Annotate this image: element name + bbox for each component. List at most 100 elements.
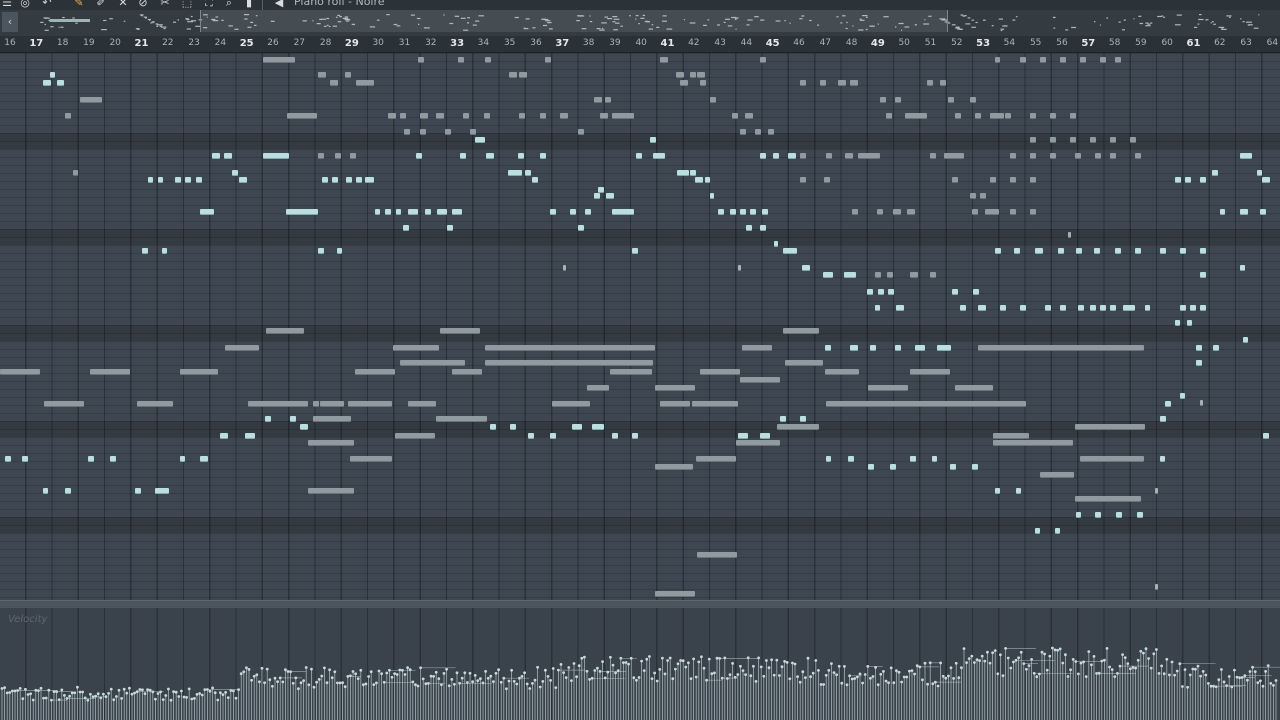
note-block[interactable] bbox=[200, 456, 208, 462]
select-area-icon[interactable]: ⛶ bbox=[202, 0, 216, 10]
note-block[interactable] bbox=[1080, 456, 1144, 462]
velocity-handle[interactable] bbox=[245, 666, 248, 670]
velocity-handle[interactable] bbox=[874, 666, 877, 669]
note-block[interactable] bbox=[800, 153, 806, 159]
note-block[interactable] bbox=[700, 369, 740, 375]
timeline-ruler[interactable]: 16 17 18 19 20 21 22 23 24 25 26 27 28 29 30 31 32 33 34 35… bbox=[0, 36, 1280, 53]
velocity-handle[interactable] bbox=[349, 674, 352, 678]
note-block[interactable] bbox=[1200, 272, 1206, 278]
velocity-handle[interactable] bbox=[263, 681, 266, 685]
overview-view-window[interactable] bbox=[200, 10, 948, 32]
note-block[interactable] bbox=[510, 424, 516, 430]
note-block[interactable] bbox=[875, 272, 881, 278]
velocity-handle[interactable] bbox=[221, 693, 225, 696]
note-block[interactable] bbox=[1076, 248, 1082, 254]
velocity-handle[interactable] bbox=[414, 683, 417, 687]
note-block[interactable] bbox=[1200, 177, 1206, 183]
velocity-handle[interactable] bbox=[546, 675, 550, 678]
note-block[interactable] bbox=[742, 345, 772, 351]
velocity-handle[interactable] bbox=[1199, 674, 1202, 678]
velocity-handle[interactable] bbox=[5, 691, 9, 695]
note-block[interactable] bbox=[768, 129, 774, 135]
note-block[interactable] bbox=[838, 80, 846, 86]
note-block[interactable] bbox=[985, 209, 999, 215]
note-block[interactable] bbox=[180, 369, 218, 375]
note-block[interactable] bbox=[788, 153, 796, 159]
note-block[interactable] bbox=[332, 177, 338, 183]
note-block[interactable] bbox=[960, 305, 966, 311]
velocity-handle[interactable] bbox=[271, 684, 274, 688]
velocity-handle[interactable] bbox=[304, 666, 308, 669]
note-block[interactable] bbox=[290, 416, 296, 422]
velocity-handle[interactable] bbox=[11, 689, 14, 693]
velocity-handle[interactable] bbox=[403, 673, 407, 676]
velocity-handle[interactable] bbox=[648, 655, 651, 658]
note-block[interactable] bbox=[519, 72, 527, 78]
note-block[interactable] bbox=[245, 433, 255, 439]
velocity-handle[interactable] bbox=[250, 678, 254, 682]
note-block[interactable] bbox=[180, 456, 185, 462]
note-block[interactable] bbox=[1090, 137, 1096, 143]
note-block[interactable] bbox=[878, 289, 884, 295]
note-block[interactable] bbox=[1030, 113, 1036, 119]
note-block[interactable] bbox=[396, 209, 401, 215]
velocity-handle[interactable] bbox=[499, 680, 503, 684]
note-block[interactable] bbox=[155, 488, 169, 494]
velocity-handle[interactable] bbox=[1066, 675, 1070, 678]
velocity-handle[interactable] bbox=[1144, 647, 1148, 651]
note-block[interactable] bbox=[1014, 248, 1020, 254]
velocity-handle[interactable] bbox=[783, 660, 786, 663]
velocity-handle[interactable] bbox=[858, 672, 862, 676]
note-block[interactable] bbox=[690, 170, 696, 176]
note-block[interactable] bbox=[348, 401, 392, 407]
velocity-handle[interactable] bbox=[258, 680, 261, 684]
velocity-handle[interactable] bbox=[440, 683, 443, 686]
note-block[interactable] bbox=[695, 177, 703, 183]
velocity-handle[interactable] bbox=[562, 671, 565, 674]
velocity-handle[interactable] bbox=[99, 696, 103, 700]
note-block[interactable] bbox=[313, 401, 319, 407]
note-block[interactable] bbox=[452, 209, 462, 215]
note-block[interactable] bbox=[1155, 584, 1158, 590]
pattern-overview[interactable]: ‹ bbox=[0, 10, 1280, 37]
velocity-handle[interactable] bbox=[947, 674, 950, 678]
note-block[interactable] bbox=[845, 153, 853, 159]
note-block[interactable] bbox=[1070, 137, 1076, 143]
note-block[interactable] bbox=[1200, 400, 1203, 406]
note-block[interactable] bbox=[1180, 248, 1186, 254]
note-block[interactable] bbox=[780, 416, 786, 422]
velocity-handle[interactable] bbox=[1253, 670, 1257, 673]
note-block[interactable] bbox=[585, 209, 591, 215]
velocity-handle[interactable] bbox=[983, 659, 987, 663]
velocity-handle[interactable] bbox=[44, 696, 48, 700]
velocity-handle[interactable] bbox=[96, 692, 100, 696]
note-block[interactable] bbox=[995, 488, 1000, 494]
note-block[interactable] bbox=[532, 177, 538, 183]
velocity-handle[interactable] bbox=[1142, 651, 1145, 655]
velocity-handle[interactable] bbox=[1048, 654, 1052, 658]
velocity-handle[interactable] bbox=[819, 683, 823, 686]
velocity-handle[interactable] bbox=[1123, 656, 1127, 659]
velocity-handle[interactable] bbox=[237, 688, 241, 691]
note-block[interactable] bbox=[1010, 153, 1016, 159]
velocity-handle[interactable] bbox=[1025, 667, 1028, 671]
note-block[interactable] bbox=[286, 209, 318, 215]
velocity-handle[interactable] bbox=[616, 669, 620, 673]
velocity-handle[interactable] bbox=[104, 695, 108, 699]
velocity-handle[interactable] bbox=[822, 683, 825, 686]
velocity-handle[interactable] bbox=[1092, 655, 1096, 658]
velocity-handle[interactable] bbox=[265, 667, 269, 671]
note-block[interactable] bbox=[677, 170, 689, 176]
velocity-handle[interactable] bbox=[1043, 652, 1046, 656]
note-block[interactable] bbox=[1075, 496, 1141, 502]
note-block[interactable] bbox=[475, 137, 485, 143]
velocity-handle[interactable] bbox=[268, 678, 272, 682]
velocity-handle[interactable] bbox=[1204, 673, 1208, 677]
note-block[interactable] bbox=[425, 209, 431, 215]
note-block[interactable] bbox=[1040, 472, 1074, 478]
velocity-handle[interactable] bbox=[1186, 685, 1189, 689]
velocity-handle[interactable] bbox=[1147, 657, 1150, 660]
velocity-handle[interactable] bbox=[702, 666, 706, 670]
velocity-handle[interactable] bbox=[936, 684, 940, 688]
velocity-handle[interactable] bbox=[408, 668, 412, 672]
